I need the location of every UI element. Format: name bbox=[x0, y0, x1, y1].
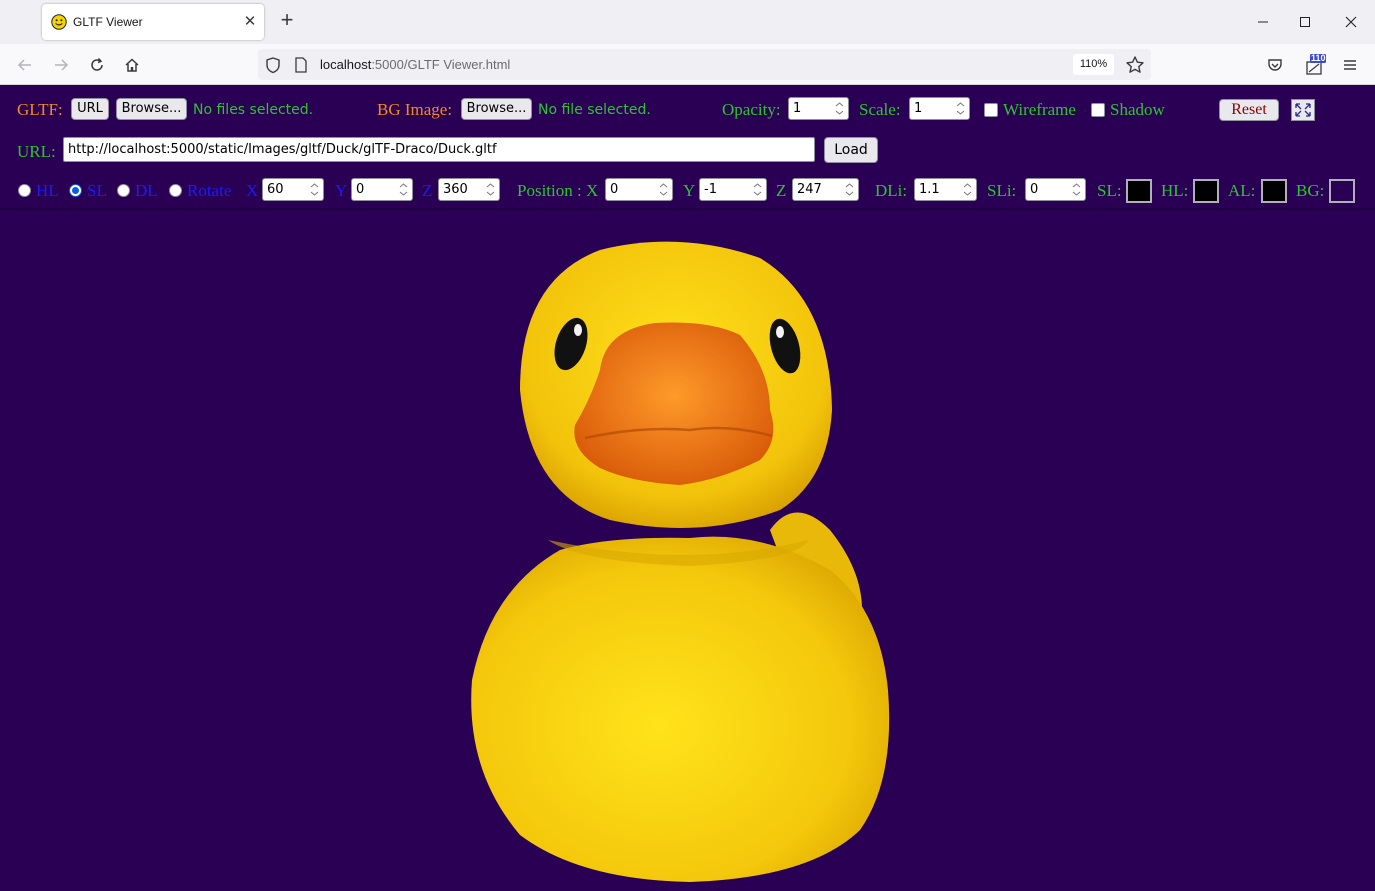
tab-gltf-viewer[interactable]: GLTF Viewer ✕ bbox=[42, 4, 264, 40]
dli-label: DLi: bbox=[875, 181, 908, 200]
spinner-icon[interactable] bbox=[308, 181, 321, 198]
spinner-icon[interactable] bbox=[657, 181, 670, 198]
sl-color-label: SL: bbox=[1097, 181, 1122, 200]
sli-label: SLi: bbox=[987, 181, 1017, 200]
forward-arrow-icon[interactable] bbox=[49, 53, 73, 77]
spinner-icon[interactable] bbox=[484, 181, 497, 198]
hl-label: HL bbox=[36, 181, 59, 200]
reset-button[interactable]: Reset bbox=[1219, 99, 1279, 121]
bookmark-star-icon[interactable] bbox=[1125, 55, 1145, 75]
address-text[interactable]: localhost:5000/GLTF Viewer.html bbox=[320, 57, 510, 72]
bg-browse-button[interactable]: Browse... bbox=[461, 98, 532, 120]
sl-label: SL bbox=[87, 181, 107, 200]
back-arrow-icon[interactable] bbox=[13, 53, 37, 77]
rotate-label: Rotate bbox=[187, 181, 232, 200]
pocket-icon[interactable] bbox=[1263, 53, 1287, 77]
scale-input[interactable]: 1 bbox=[909, 97, 970, 120]
zoom-level[interactable]: 110% bbox=[1073, 54, 1114, 75]
rot-y-input[interactable]: 0 bbox=[351, 178, 413, 201]
rot-z-label: Z bbox=[422, 181, 433, 200]
close-tab-icon[interactable]: ✕ bbox=[242, 14, 258, 30]
maximize-icon[interactable] bbox=[1292, 9, 1318, 35]
wireframe-checkbox[interactable] bbox=[984, 103, 998, 117]
home-icon[interactable] bbox=[120, 53, 144, 77]
wireframe-label: Wireframe bbox=[1003, 100, 1076, 119]
spinner-icon[interactable] bbox=[954, 100, 967, 117]
url-label: URL: bbox=[17, 142, 56, 161]
position-y-label: Y bbox=[683, 181, 696, 200]
spinner-icon[interactable] bbox=[1070, 181, 1083, 198]
bg-image-label: BG Image: bbox=[377, 100, 453, 119]
position-y-input[interactable]: -1 bbox=[699, 178, 767, 201]
expand-icon bbox=[1295, 103, 1311, 117]
menu-icon[interactable] bbox=[1338, 53, 1362, 77]
new-tab-button[interactable]: + bbox=[277, 9, 297, 31]
gltf-url-input[interactable]: http://localhost:5000/static/Images/gltf… bbox=[63, 137, 815, 162]
reload-icon[interactable] bbox=[85, 53, 109, 77]
bg-color-label: BG: bbox=[1296, 181, 1325, 200]
rot-x-input[interactable]: 60 bbox=[262, 178, 324, 201]
spinner-icon[interactable] bbox=[751, 181, 764, 198]
position-z-label: Z bbox=[776, 181, 787, 200]
position-x-label: Position : X bbox=[517, 181, 599, 200]
extension-badge: 110 bbox=[1311, 53, 1326, 63]
opacity-label: Opacity: bbox=[722, 100, 781, 119]
gltf-browse-button[interactable]: Browse... bbox=[116, 98, 187, 120]
spinner-icon[interactable] bbox=[833, 100, 846, 117]
position-z-input[interactable]: 247 bbox=[792, 178, 859, 201]
bg-color-picker[interactable] bbox=[1329, 179, 1355, 203]
viewer-page: GLTF: URL Browse... No files selected. B… bbox=[0, 85, 1375, 891]
rotate-radio[interactable] bbox=[169, 184, 182, 197]
dli-input[interactable]: 1.1 bbox=[914, 178, 977, 201]
gltf-file-status: No files selected. bbox=[193, 102, 314, 118]
page-icon[interactable] bbox=[293, 56, 309, 74]
tab-title: GLTF Viewer bbox=[73, 15, 143, 29]
minimize-icon[interactable] bbox=[1250, 9, 1276, 35]
hl-color-label: HL: bbox=[1161, 181, 1189, 200]
position-x-input[interactable]: 0 bbox=[605, 178, 673, 201]
hl-color-picker[interactable] bbox=[1193, 179, 1219, 203]
al-color-label: AL: bbox=[1228, 181, 1256, 200]
gltf-canvas[interactable] bbox=[0, 210, 1375, 891]
duck-model bbox=[471, 241, 890, 882]
gltf-label: GLTF: bbox=[17, 100, 63, 119]
rot-y-label: Y bbox=[335, 181, 348, 200]
spinner-icon[interactable] bbox=[843, 181, 856, 198]
hl-radio[interactable] bbox=[18, 184, 31, 197]
dl-label: DL bbox=[135, 181, 158, 200]
spinner-icon[interactable] bbox=[397, 181, 410, 198]
bg-file-status: No file selected. bbox=[538, 102, 651, 118]
sli-input[interactable]: 0 bbox=[1025, 178, 1086, 201]
rot-x-label: X bbox=[246, 181, 259, 200]
rot-z-input[interactable]: 360 bbox=[438, 178, 500, 201]
dl-radio[interactable] bbox=[117, 184, 130, 197]
load-button[interactable]: Load bbox=[824, 137, 878, 163]
al-color-picker[interactable] bbox=[1261, 179, 1287, 203]
close-window-icon[interactable] bbox=[1338, 9, 1364, 35]
smiley-icon bbox=[51, 14, 67, 30]
shadow-label: Shadow bbox=[1110, 100, 1165, 119]
tab-strip: GLTF Viewer ✕ + bbox=[0, 0, 1375, 44]
shield-icon[interactable] bbox=[264, 56, 282, 74]
sl-radio[interactable] bbox=[69, 184, 82, 197]
fullscreen-button[interactable] bbox=[1291, 99, 1315, 121]
url-button[interactable]: URL bbox=[71, 98, 109, 120]
sl-color-picker[interactable] bbox=[1126, 179, 1152, 203]
shadow-checkbox[interactable] bbox=[1091, 103, 1105, 117]
spinner-icon[interactable] bbox=[961, 181, 974, 198]
scale-label: Scale: bbox=[859, 100, 901, 119]
opacity-input[interactable]: 1 bbox=[788, 97, 849, 120]
extension-icon[interactable]: 110 bbox=[1300, 53, 1330, 77]
